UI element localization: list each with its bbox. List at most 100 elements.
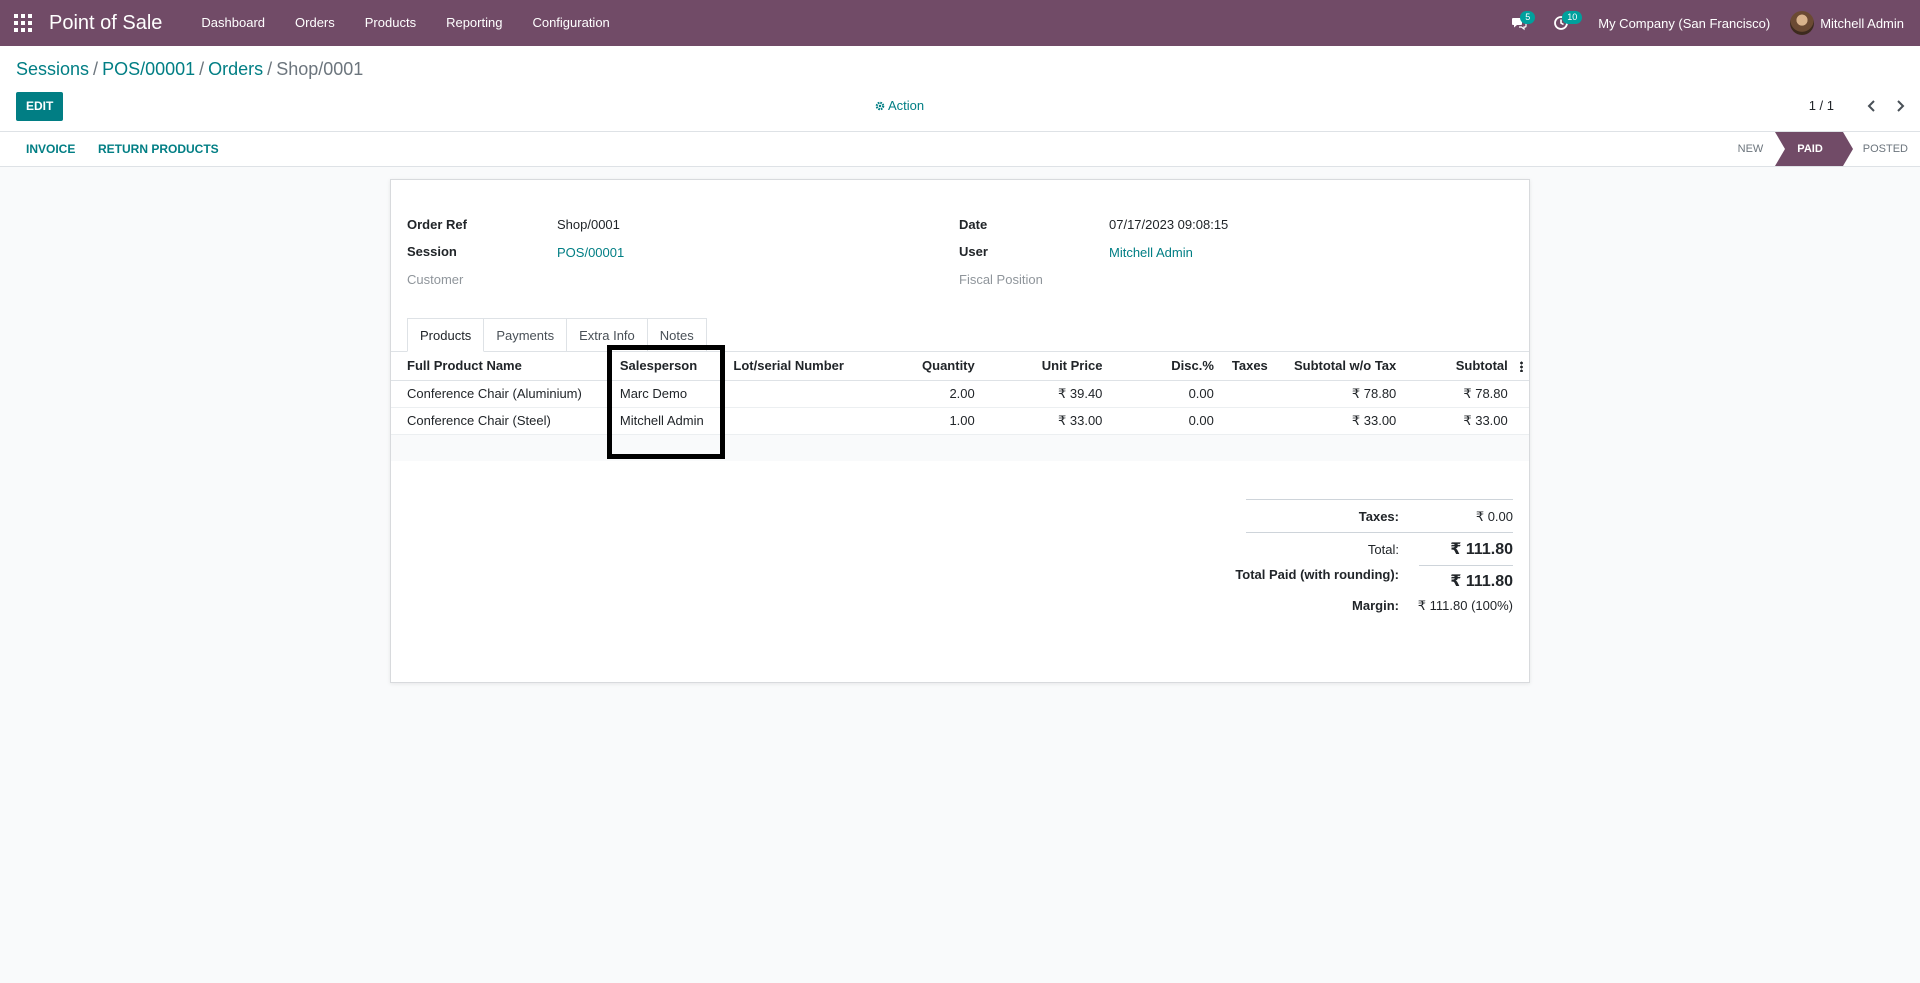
date-label: Date <box>959 217 988 232</box>
empty-row <box>391 434 1529 461</box>
tab-payments[interactable]: Payments <box>483 318 568 352</box>
session-label: Session <box>407 244 457 259</box>
activities-badge: 10 <box>1562 11 1583 24</box>
statusbar: INVOICE RETURN PRODUCTS NEW PAID POSTED <box>0 132 1920 167</box>
col-lot[interactable]: Lot/serial Number <box>727 352 880 381</box>
tab-extra-info[interactable]: Extra Info <box>566 318 648 352</box>
apps-menu-icon[interactable] <box>0 0 46 46</box>
taxes-label: Taxes: <box>1358 509 1399 524</box>
table-row[interactable]: Conference Chair (Aluminium) Marc Demo 2… <box>391 380 1529 408</box>
line-taxes <box>1219 407 1281 435</box>
edit-button[interactable]: EDIT <box>16 92 64 121</box>
line-subtotal: ₹ 78.80 <box>1402 380 1514 408</box>
col-unit-price[interactable]: Unit Price <box>980 352 1109 381</box>
line-unit-price: ₹ 39.40 <box>980 380 1109 408</box>
order-lines-table: Full Product Name Salesperson Lot/serial… <box>391 352 1529 461</box>
line-lot <box>727 380 880 408</box>
breadcrumb: Sessions / POS/00001/Orders / Shop/0001 <box>16 59 363 80</box>
menu-products[interactable]: Products <box>350 0 431 46</box>
col-product[interactable]: Full Product Name <box>391 352 610 381</box>
breadcrumb-orders[interactable]: Orders <box>208 59 263 79</box>
user-name: Mitchell Admin <box>1820 15 1904 31</box>
return-products-button[interactable]: RETURN PRODUCTS <box>98 132 219 166</box>
breadcrumb-session[interactable]: POS/00001 <box>102 59 195 79</box>
stage-paid[interactable]: PAID <box>1775 132 1854 166</box>
messages-button[interactable]: 5 <box>1498 0 1540 46</box>
line-subtotal-wo-tax: ₹ 78.80 <box>1280 380 1403 408</box>
line-taxes <box>1219 380 1281 408</box>
status-stages: NEW PAID POSTED <box>1726 132 1920 166</box>
avatar <box>1790 11 1815 35</box>
line-unit-price: ₹ 33.00 <box>980 407 1109 435</box>
more-vertical-icon <box>1519 361 1523 373</box>
col-taxes[interactable]: Taxes <box>1219 352 1281 381</box>
menu-reporting[interactable]: Reporting <box>431 0 517 46</box>
pager-next-button[interactable] <box>1890 96 1910 116</box>
activities-button[interactable]: 10 <box>1540 0 1583 46</box>
table-header-row: Full Product Name Salesperson Lot/serial… <box>391 352 1529 381</box>
line-discount: 0.00 <box>1108 407 1220 435</box>
action-label: Action <box>888 98 925 113</box>
fiscal-position-label: Fiscal Position <box>959 272 1043 287</box>
company-switcher[interactable]: My Company (San Francisco) <box>1582 16 1790 31</box>
invoice-button[interactable]: INVOICE <box>26 132 75 166</box>
top-navbar: Point of Sale Dashboard Orders Products … <box>0 0 1920 46</box>
col-quantity[interactable]: Quantity <box>879 352 981 381</box>
line-subtotal: ₹ 33.00 <box>1402 407 1514 435</box>
totals-divider <box>1419 565 1513 566</box>
total-value: ₹ 111.80 <box>1450 541 1513 558</box>
control-panel: Sessions / POS/00001/Orders / Shop/0001 EDIT… <box>0 46 1920 132</box>
tab-products[interactable]: Products <box>407 318 485 352</box>
action-menu[interactable]: Action <box>875 98 924 113</box>
margin-label: Margin: <box>1352 598 1399 613</box>
totals-divider <box>1246 532 1513 533</box>
menu-configuration[interactable]: Configuration <box>517 0 624 46</box>
menu-orders[interactable]: Orders <box>280 0 350 46</box>
breadcrumb-separator: / <box>267 59 273 79</box>
breadcrumb-sessions[interactable]: Sessions <box>16 59 89 79</box>
tab-notes[interactable]: Notes <box>646 318 707 352</box>
line-salesperson: Mitchell Admin <box>609 407 728 435</box>
notebook-tabs: Products Payments Extra Info Notes <box>407 318 707 352</box>
customer-label: Customer <box>407 272 464 287</box>
line-subtotal-wo-tax: ₹ 33.00 <box>1280 407 1403 435</box>
order-ref-value: Shop/0001 <box>557 217 620 232</box>
session-link[interactable]: POS/00001 <box>557 245 624 260</box>
stage-posted[interactable]: POSTED <box>1843 132 1920 166</box>
line-quantity: 2.00 <box>879 380 981 408</box>
margin-row: Margin: ₹ 111.80 (100%) <box>1246 598 1513 618</box>
taxes-row: Taxes: ₹ 0.00 <box>1246 509 1513 529</box>
messages-badge: 5 <box>1520 11 1536 24</box>
line-quantity: 1.00 <box>879 407 981 435</box>
taxes-value: ₹ 0.00 <box>1475 509 1513 524</box>
order-totals: Taxes: ₹ 0.00 Total: ₹ 111.80 Total Paid… <box>1235 499 1513 618</box>
gear-icon <box>875 101 885 110</box>
app-brand[interactable]: Point of Sale <box>49 12 162 35</box>
menu-dashboard[interactable]: Dashboard <box>186 0 280 46</box>
table-row[interactable]: Conference Chair (Steel) Mitchell Admin … <box>391 407 1529 435</box>
total-paid-row: Total Paid (with rounding): ₹ 111.80 <box>1235 567 1513 591</box>
line-discount: 0.00 <box>1108 380 1220 408</box>
col-subtotal-wo-tax[interactable]: Subtotal w/o Tax <box>1280 352 1403 381</box>
stage-new[interactable]: NEW <box>1726 132 1776 166</box>
total-paid-label: Total Paid (with rounding): <box>1235 567 1399 582</box>
pager-value[interactable]: 1 / 1 <box>1809 98 1834 113</box>
user-label: User <box>959 244 988 259</box>
breadcrumb-current: Shop/0001 <box>276 59 364 79</box>
col-salesperson[interactable]: Salesperson <box>609 352 728 381</box>
line-product: Conference Chair (Aluminium) <box>391 380 610 408</box>
order-ref-label: Order Ref <box>407 217 467 232</box>
line-salesperson: Marc Demo <box>609 380 728 408</box>
pager-previous-button[interactable] <box>1862 96 1882 116</box>
optional-columns-toggle[interactable] <box>1513 352 1529 381</box>
line-product: Conference Chair (Steel) <box>391 407 610 435</box>
col-discount[interactable]: Disc.% <box>1108 352 1220 381</box>
line-lot <box>727 407 880 435</box>
user-link[interactable]: Mitchell Admin <box>1109 245 1193 260</box>
date-value: 07/17/2023 09:08:15 <box>1109 217 1229 232</box>
total-row: Total: ₹ 111.80 <box>1246 541 1513 561</box>
breadcrumb-separator: / <box>199 59 205 79</box>
col-subtotal[interactable]: Subtotal <box>1402 352 1514 381</box>
total-paid-value: ₹ 111.80 <box>1450 573 1513 590</box>
user-menu[interactable]: Mitchell Admin <box>1790 11 1920 35</box>
